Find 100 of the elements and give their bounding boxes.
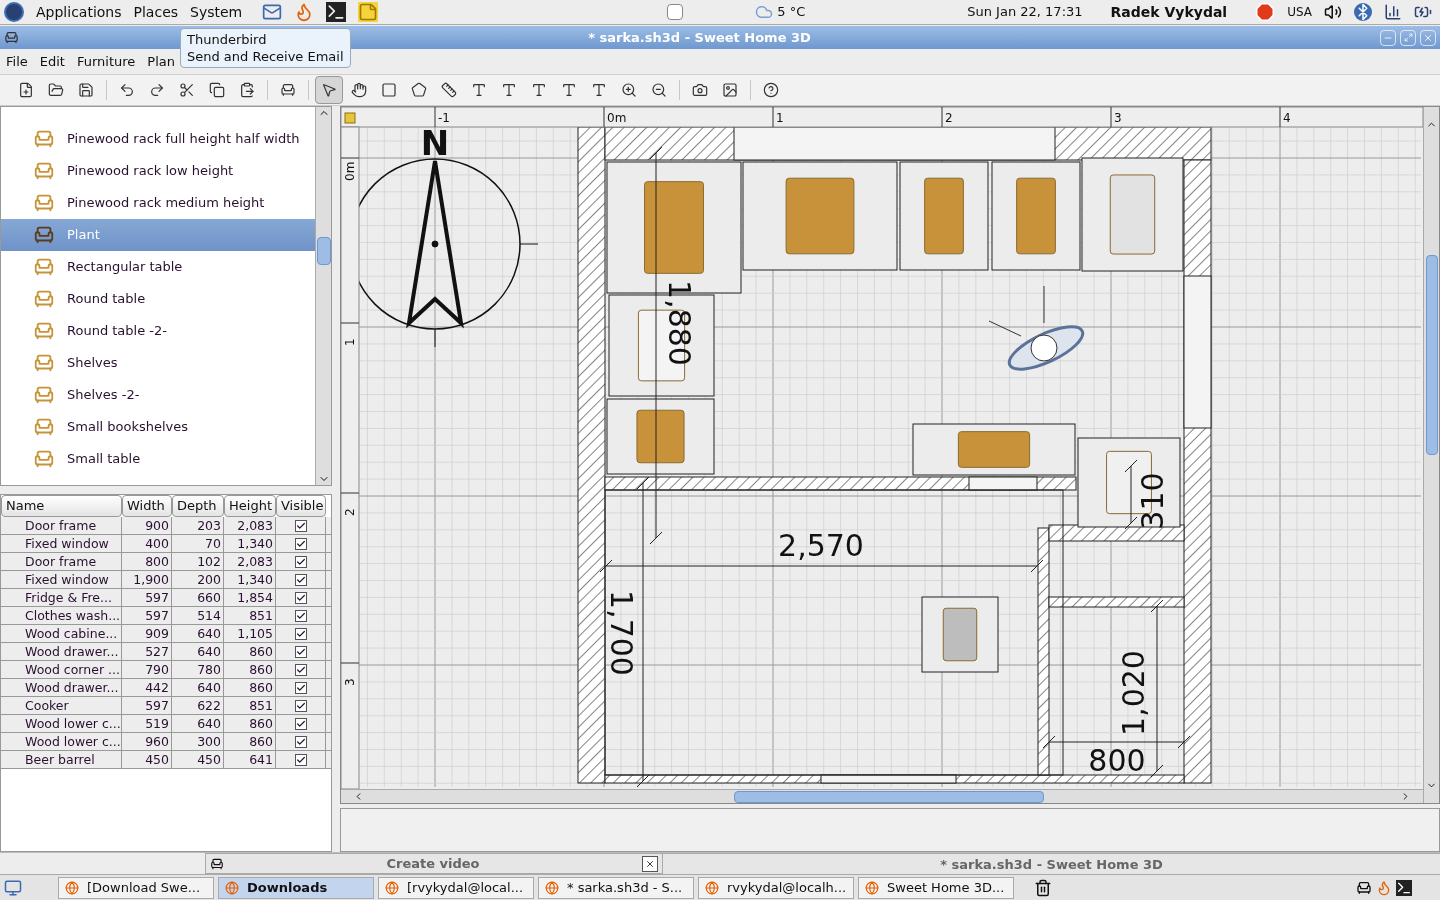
scrollbar[interactable] [341,789,1423,803]
panel-menu[interactable]: System [190,1,243,23]
table-cell: 960 [122,733,172,750]
visible-checkbox[interactable] [294,699,307,712]
app-icon [210,856,224,871]
catalog-item[interactable]: Rectangular table [1,251,315,283]
ruler-label: 0m [607,111,627,125]
catalog-item[interactable]: Round table -2- [1,315,315,347]
catalog-item[interactable]: Small bookshelves [1,411,315,443]
visible-checkbox[interactable] [294,717,307,730]
visible-checkbox[interactable] [294,519,307,532]
ruler-label: 1 [776,111,784,125]
dimension-label: 800 [1088,743,1146,778]
visible-checkbox[interactable] [294,573,307,586]
panel-menu[interactable]: Places [133,1,179,23]
fedora-logo-icon[interactable] [4,2,24,22]
table-cell: 640 [172,715,224,732]
menu-item[interactable]: Plan [147,51,175,72]
scrollbar[interactable] [1423,107,1439,803]
terminal-icon[interactable] [1396,879,1412,896]
signal-icon[interactable] [1384,3,1402,21]
scrollbar[interactable] [315,107,331,485]
column-header[interactable]: Name [1,495,122,517]
table-cell: Wood lower c... [1,715,122,732]
table-cell: 70 [172,535,224,552]
visible-checkbox[interactable] [294,663,307,676]
table-cell: 909 [122,625,172,642]
taskbar-button[interactable]: [Download Swe... [58,876,214,899]
taskbar-button[interactable]: rvykydal@localh... [698,876,854,899]
menu-item[interactable]: File [6,51,28,72]
user-name[interactable]: Radek Vykydal [1110,1,1228,23]
terminal-icon[interactable] [326,2,347,22]
visible-checkbox[interactable] [294,681,307,694]
catalog-item[interactable]: Pinewood rack low height [1,155,315,187]
close-button[interactable] [642,855,658,872]
bluetooth-icon[interactable] [1354,3,1372,21]
catalog-item[interactable]: Small table [1,443,315,475]
globe-icon [705,880,719,895]
table-cell: Door frame [1,553,122,570]
column-header[interactable]: Depth [172,495,224,517]
visible-checkbox[interactable] [294,627,307,640]
table-cell: 102 [172,553,224,570]
column-header[interactable]: Visible [276,495,326,517]
visible-checkbox[interactable] [294,591,307,604]
column-header[interactable]: Width [122,495,172,517]
table-cell: 400 [122,535,172,552]
window-title: * sarka.sh3d - Sweet Home 3D [588,28,811,47]
tooltip-text: Send and Receive Email [187,48,344,65]
menu-item[interactable]: Edit [39,51,65,72]
scrollbar-thumb[interactable] [1425,255,1438,455]
visible-checkbox[interactable] [294,735,307,748]
globe-icon [865,880,879,895]
dimension-label: 1,880 [662,280,697,366]
furniture-icon [33,288,55,310]
menu-item[interactable]: Furniture [76,51,136,72]
dimension-line [1124,459,1138,530]
visible-checkbox[interactable] [294,609,307,622]
table-cell: 1,854 [224,589,276,606]
trash-icon[interactable] [1034,878,1052,897]
column-header[interactable]: Height [224,495,276,517]
taskbar-button[interactable]: Downloads [218,876,374,899]
ruler-label: -1 [438,111,450,125]
table-cell: 860 [224,715,276,732]
keyboard-layout[interactable]: USA [1287,3,1312,21]
dimension-label: 1,020 [1116,650,1151,736]
scrollbar-thumb[interactable] [316,237,331,265]
catalog-item[interactable]: Pinewood rack medium height [1,187,315,219]
ruler-label: 3 [1114,111,1122,125]
visible-checkbox[interactable] [294,537,307,550]
taskbar-button[interactable]: * sarka.sh3d - S... [538,876,694,899]
panel-applet-icon[interactable] [666,4,683,20]
visible-checkbox[interactable] [294,555,307,568]
taskbar-button[interactable]: [rvykydal@local... [378,876,534,899]
tooltip-text: Thunderbird [187,31,268,48]
dock-tab[interactable]: Create video [205,853,663,874]
furniture-icon [33,320,55,342]
weather-temperature[interactable]: 5 °C [777,2,806,22]
catalog-item[interactable]: Pinewood rack full height half width [1,123,315,155]
pointer-icon[interactable] [315,76,343,104]
globe-icon [385,880,399,895]
table-cell: Fridge & Fre... [1,589,122,606]
catalog-item[interactable]: Shelves [1,347,315,379]
table-cell: Wood corner ... [1,661,122,678]
mail-icon[interactable] [262,2,283,22]
panel-menu[interactable]: Applications [36,1,122,23]
table-cell: 450 [122,751,172,768]
scrollbar-thumb[interactable] [734,790,1044,803]
clock[interactable]: Sun Jan 22, 17:31 [967,2,1083,22]
window-title: * sarka.sh3d - Sweet Home 3D [663,853,1440,874]
note-icon[interactable] [358,2,379,22]
taskbar-button[interactable]: Sweet Home 3D... [858,876,1014,899]
desktop-icon[interactable] [4,878,22,897]
visible-checkbox[interactable] [294,645,307,658]
volume-icon[interactable] [1324,3,1342,21]
alert-icon[interactable] [1255,2,1276,22]
app-icon[interactable] [1356,879,1372,896]
catalog-item[interactable]: Shelves -2- [1,379,315,411]
table-cell: 790 [122,661,172,678]
visible-checkbox[interactable] [294,753,307,766]
catalog-item[interactable]: Round table [1,283,315,315]
